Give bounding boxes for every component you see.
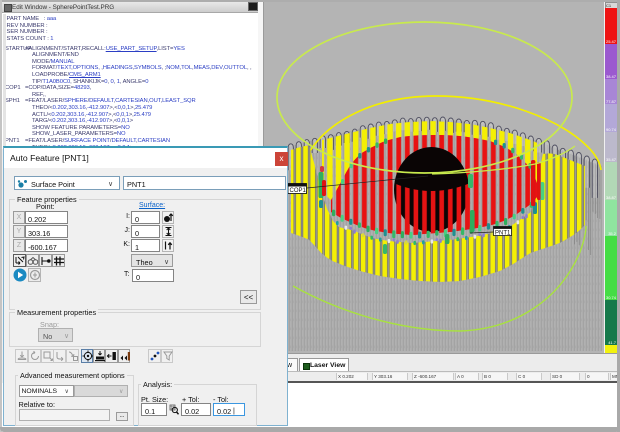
svg-text:COP1: COP1 xyxy=(290,188,307,194)
svg-text:PNT1: PNT1 xyxy=(495,231,511,237)
